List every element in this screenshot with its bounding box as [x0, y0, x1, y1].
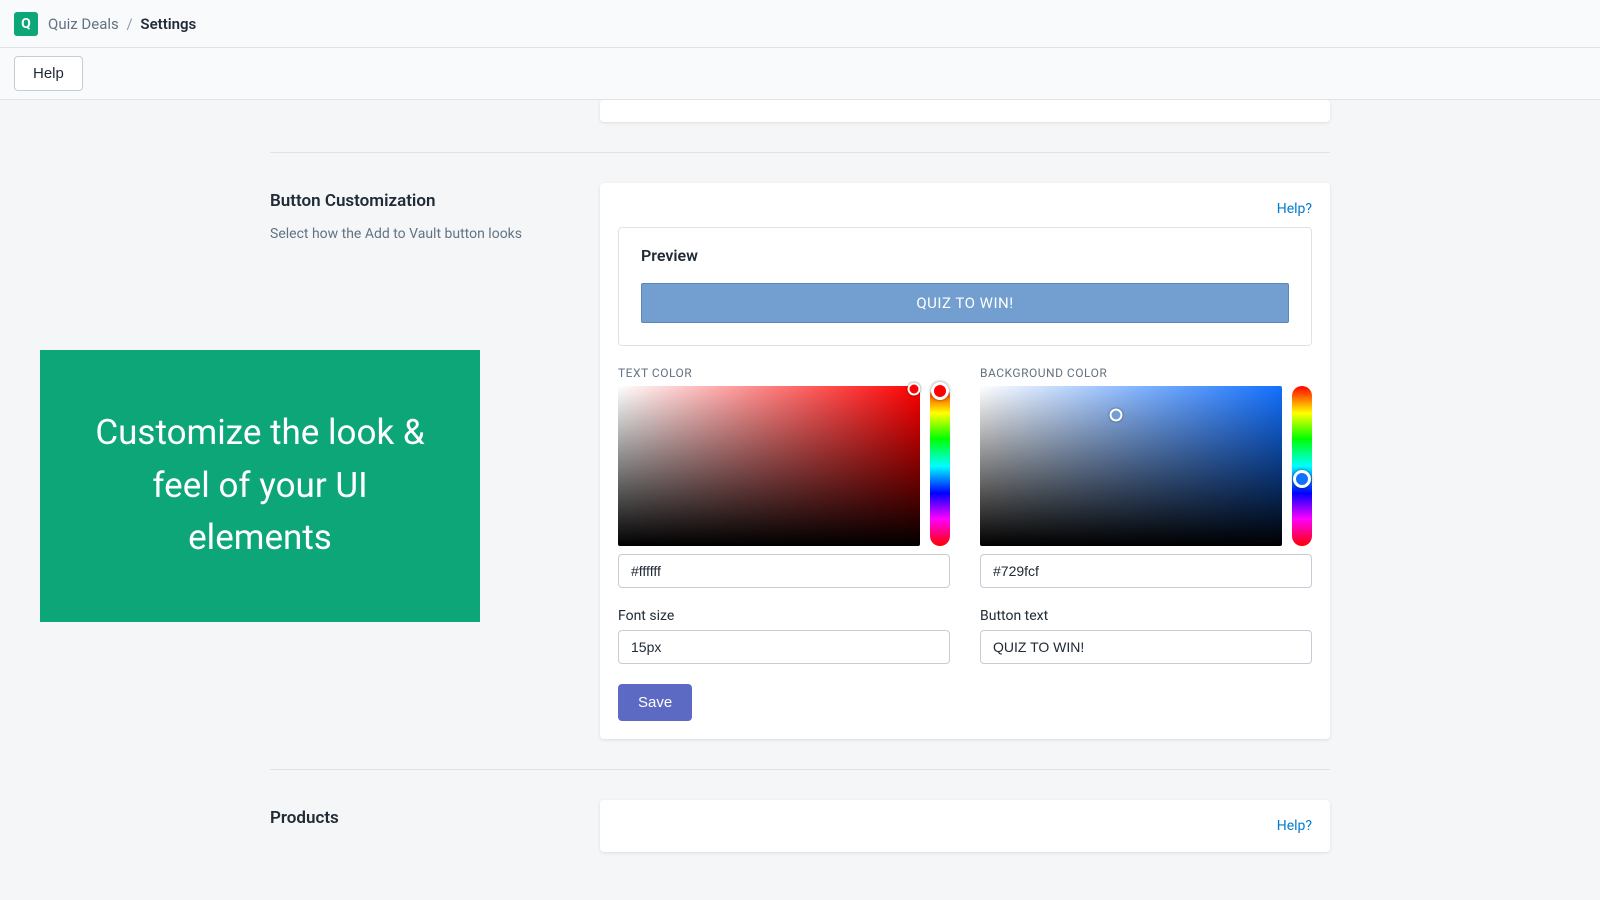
- font-size-input[interactable]: [618, 630, 950, 664]
- help-link[interactable]: Help?: [1277, 818, 1312, 834]
- text-color-satval-picker[interactable]: [618, 386, 920, 546]
- text-color-hue-cursor[interactable]: [931, 382, 949, 400]
- text-color-group: TEXT COLOR: [618, 366, 950, 588]
- callout-text: Customize the look & feel of your UI ele…: [80, 407, 440, 565]
- background-color-group: BACKGROUND COLOR: [980, 366, 1312, 588]
- button-text-group: Button text: [980, 608, 1312, 664]
- products-title: Products: [270, 808, 570, 828]
- section-products: Products Help?: [270, 769, 1330, 882]
- background-color-hue-slider[interactable]: [1292, 386, 1312, 546]
- preview-button: QUIZ TO WIN!: [641, 283, 1289, 323]
- section-above: [270, 100, 1330, 152]
- section-description: Select how the Add to Vault button looks: [270, 225, 570, 245]
- breadcrumb-separator: /: [126, 15, 132, 33]
- breadcrumb: Quiz Deals / Settings: [48, 15, 196, 33]
- preview-label: Preview: [641, 246, 1289, 265]
- background-color-satval-picker[interactable]: [980, 386, 1282, 546]
- save-button[interactable]: Save: [618, 684, 692, 721]
- font-size-label: Font size: [618, 608, 950, 624]
- text-color-sv-cursor[interactable]: [907, 383, 920, 396]
- text-color-input[interactable]: [618, 554, 950, 588]
- marketing-callout: Customize the look & feel of your UI ele…: [40, 350, 480, 622]
- section-title: Button Customization: [270, 191, 570, 211]
- help-button[interactable]: Help: [14, 56, 83, 91]
- app-logo-icon: [14, 12, 38, 36]
- background-color-input[interactable]: [980, 554, 1312, 588]
- breadcrumb-app[interactable]: Quiz Deals: [48, 15, 119, 33]
- background-color-label: BACKGROUND COLOR: [980, 366, 1312, 380]
- button-text-input[interactable]: [980, 630, 1312, 664]
- text-color-label: TEXT COLOR: [618, 366, 950, 380]
- background-color-sv-cursor[interactable]: [1109, 408, 1122, 421]
- preview-box: Preview QUIZ TO WIN!: [618, 227, 1312, 346]
- breadcrumb-page: Settings: [140, 15, 196, 33]
- top-bar: Quiz Deals / Settings: [0, 0, 1600, 48]
- background-color-hue-cursor[interactable]: [1293, 470, 1311, 488]
- text-color-hue-slider[interactable]: [930, 386, 950, 546]
- button-customization-card: Help? Preview QUIZ TO WIN! TEXT COLOR: [600, 183, 1330, 739]
- button-text-label: Button text: [980, 608, 1312, 624]
- help-link[interactable]: Help?: [1277, 201, 1312, 217]
- prev-card-peek: [600, 100, 1330, 122]
- products-card: Help?: [600, 800, 1330, 852]
- sub-bar: Help: [0, 48, 1600, 100]
- font-size-group: Font size: [618, 608, 950, 664]
